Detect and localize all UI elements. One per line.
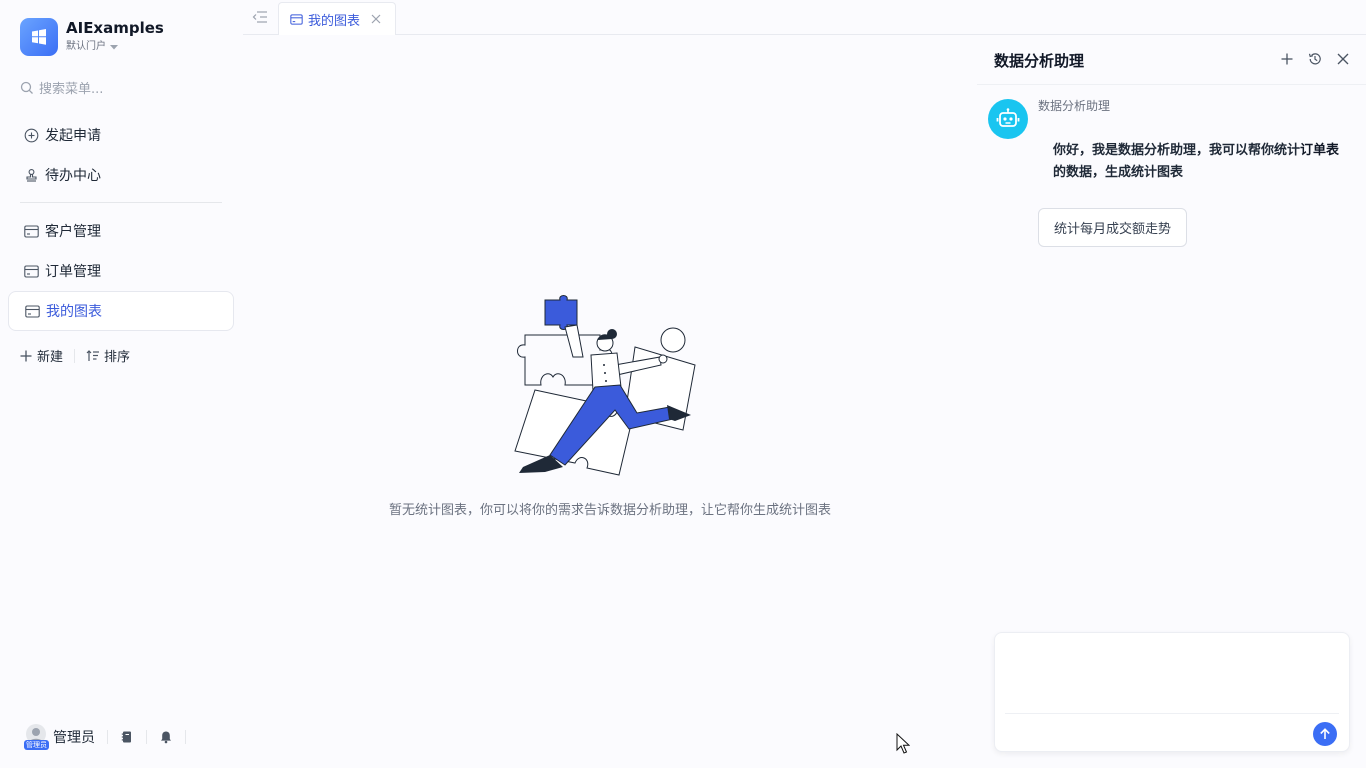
bot-avatar xyxy=(988,99,1028,139)
bot-message-text-end: 的数据，生成统计图表 xyxy=(1053,165,1184,180)
user-avatar[interactable]: 管理员 xyxy=(24,724,49,750)
sidebar-footer: 管理员 管理员 xyxy=(24,724,198,750)
caret-down-icon xyxy=(110,45,118,50)
sidebar: AIExamples 默认门户 搜索菜单... 发起申请 待办中心 客户管理 订… xyxy=(0,0,243,768)
card-icon xyxy=(25,304,40,318)
plus-icon xyxy=(20,350,32,361)
brand[interactable]: AIExamples 默认门户 xyxy=(20,18,164,56)
empty-state-illustration xyxy=(514,295,696,476)
search-placeholder: 搜索菜单... xyxy=(39,82,104,97)
chat-composer xyxy=(994,632,1350,752)
app-logo-icon xyxy=(20,18,58,56)
new-chat-plus-icon[interactable] xyxy=(1280,52,1294,66)
nav-item-orders[interactable]: 订单管理 xyxy=(8,251,234,291)
send-button[interactable] xyxy=(1313,722,1337,746)
card-icon xyxy=(24,264,39,278)
empty-state-message: 暂无统计图表，你可以将你的需求告诉数据分析助理，让它帮你生成统计图表 xyxy=(388,503,831,518)
nav-label: 我的图表 xyxy=(46,304,102,320)
tab-label: 我的图表 xyxy=(308,13,361,29)
collapse-sidebar-icon[interactable] xyxy=(251,9,269,25)
bell-icon[interactable] xyxy=(159,730,173,744)
footer-separator xyxy=(146,730,147,744)
arrow-up-icon xyxy=(1320,728,1330,739)
sort-icon xyxy=(86,349,100,361)
card-icon xyxy=(290,13,303,25)
suggestion-button[interactable]: 统计每月成交额走势 xyxy=(1038,208,1188,247)
search-icon xyxy=(20,81,33,94)
tab-my-charts[interactable]: 我的图表 xyxy=(278,2,396,35)
menu-search[interactable]: 搜索菜单... xyxy=(20,78,103,97)
close-tab-icon[interactable] xyxy=(371,14,381,24)
assistant-title: 数据分析助理 xyxy=(994,52,1085,70)
portal-switcher[interactable]: 默认门户 xyxy=(66,38,164,56)
mouse-cursor-icon xyxy=(896,733,910,754)
nav-item-apply[interactable]: 发起申请 xyxy=(8,115,234,155)
robot-icon xyxy=(996,108,1020,127)
footer-separator xyxy=(107,730,108,744)
footer-separator xyxy=(185,730,186,744)
nav-label: 待办中心 xyxy=(45,168,101,184)
plus-circle-icon xyxy=(24,128,39,142)
card-icon xyxy=(24,224,39,238)
nav-item-customers[interactable]: 客户管理 xyxy=(8,211,234,251)
new-label: 新建 xyxy=(37,350,64,365)
nav-label: 订单管理 xyxy=(45,264,101,280)
assistant-header: 数据分析助理 xyxy=(977,36,1366,85)
sidebar-actions: 新建 排序 xyxy=(19,346,130,365)
portal-label: 默认门户 xyxy=(66,41,106,52)
nav-item-todo[interactable]: 待办中心 xyxy=(8,155,234,195)
nav-divider xyxy=(20,202,222,203)
app-title: AIExamples xyxy=(66,19,164,37)
sort-label: 排序 xyxy=(104,350,131,365)
contacts-book-icon[interactable] xyxy=(120,730,134,744)
bot-message: 你好，我是数据分析助理，我可以帮你统计订单表的数据，生成统计图表 xyxy=(1053,140,1343,184)
user-name[interactable]: 管理员 xyxy=(53,727,95,747)
close-panel-icon[interactable] xyxy=(1336,52,1350,66)
chat-input[interactable] xyxy=(1005,641,1339,707)
bot-name: 数据分析助理 xyxy=(1038,99,1111,113)
bot-message-text: 你好，我是数据分析助理，我可以帮你统计 xyxy=(1053,143,1301,158)
composer-divider xyxy=(1005,713,1339,714)
bot-message-emphasis: 订单表 xyxy=(1300,143,1340,158)
nav-label: 客户管理 xyxy=(45,224,101,240)
new-button[interactable]: 新建 xyxy=(19,346,63,365)
actions-separator xyxy=(74,348,76,363)
nav-item-my-charts[interactable]: 我的图表 xyxy=(8,291,234,331)
stamp-icon xyxy=(26,168,37,182)
history-icon[interactable] xyxy=(1308,52,1322,66)
assistant-panel: 数据分析助理 数据分析助理 你好，我是数据分析助理，我可以帮你统计订单表的数据，… xyxy=(977,36,1366,768)
nav-label: 发起申请 xyxy=(45,128,101,144)
assistant-header-actions xyxy=(1280,52,1350,66)
avatar-badge: 管理员 xyxy=(24,740,49,750)
tab-bar: 我的图表 xyxy=(243,0,1366,35)
sort-button[interactable]: 排序 xyxy=(86,346,130,365)
